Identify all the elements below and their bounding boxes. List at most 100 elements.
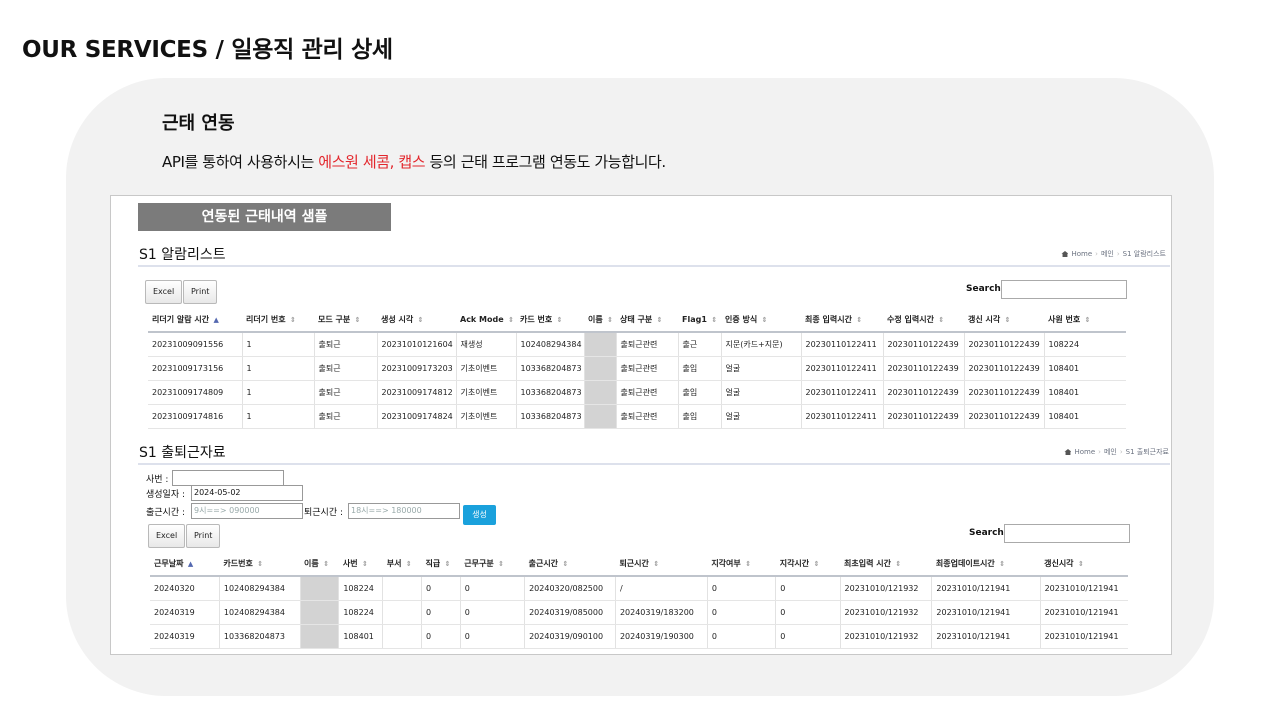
sort-icon: ⇕ (554, 316, 563, 324)
breadcrumb-main[interactable]: 메인 (1101, 250, 1114, 258)
breadcrumb-main[interactable]: 메인 (1104, 448, 1117, 456)
description-text-end: 등의 근태 프로그램 연동도 가능합니다. (425, 153, 667, 171)
in-time-label: 출근시간 : (146, 508, 186, 518)
redacted-name-cell (300, 600, 340, 625)
breadcrumb: Home › 메인 › S1 출퇴근자료 (1064, 447, 1169, 457)
column-header[interactable]: Ack Mode ⇕ (456, 308, 516, 333)
column-header[interactable]: 이름 ⇕ (300, 552, 339, 577)
column-header[interactable]: 갱신 시각 ⇕ (964, 308, 1044, 333)
table-cell: 20240320/082500 (524, 576, 616, 601)
alarm-list-panel: S1 알람리스트 Home › 메인 › S1 알람리스트 Excel Print Se… (138, 241, 1170, 436)
sort-icon: ⇕ (811, 560, 820, 568)
column-header-label: 근무구분 (464, 559, 494, 568)
commute-panel: S1 출퇴근자료 Home › 메인 › S1 출퇴근자료 사번 : 생성일자 : 20… (138, 439, 1170, 649)
column-header-label: 출근시간 (528, 559, 559, 568)
sort-icon: ⇕ (287, 316, 296, 324)
table-cell: 20231009174816 (148, 404, 243, 429)
column-header[interactable]: 사원 번호 ⇕ (1044, 308, 1126, 333)
column-header[interactable]: 리더기 번호 ⇕ (242, 308, 314, 333)
commute-table-body: 20240320 102408294384 108224 0 0 20240320/082… (150, 576, 1128, 649)
table-cell: 20231009174824 (377, 404, 457, 429)
search-input[interactable] (1001, 280, 1127, 299)
table-cell: 108401 (1044, 356, 1126, 381)
column-header[interactable]: 부서 ⇕ (382, 552, 422, 577)
column-header[interactable]: 근무구분 ⇕ (460, 552, 525, 577)
table-cell: 103368204873 (516, 356, 585, 381)
column-header[interactable]: 수정 입력시간 ⇕ (883, 308, 964, 333)
table-cell: 20230110122439 (883, 404, 965, 429)
print-button[interactable]: Print (186, 524, 221, 548)
in-time-input[interactable]: 9시==> 090000 (191, 503, 303, 519)
breadcrumb-home[interactable]: Home (1071, 250, 1092, 258)
table-cell: 20231010/121941 (1040, 624, 1128, 649)
created-date-input[interactable]: 2024-05-02 (191, 485, 303, 501)
column-header[interactable]: 근무날짜 ▲ (150, 552, 220, 577)
column-header[interactable]: 퇴근시간 ⇕ (615, 552, 708, 577)
table-cell: 20231010121604 (377, 332, 457, 357)
generate-button[interactable]: 생성 (463, 505, 496, 525)
table-row[interactable]: 20231009174816 1 출퇴근 20231009174824 기초이벤트 103… (148, 404, 1126, 429)
sort-asc-icon: ▲ (185, 560, 194, 568)
commute-table-header-row: 근무날짜 ▲ 카드번호 ⇕ 이름 ⇕ 사번 ⇕ 부서 ⇕ 직급 ⇕ 근무구분 ⇕ 출근시간 ⇕… (150, 552, 1128, 577)
column-header[interactable]: 최초입력 시간 ⇕ (840, 552, 932, 577)
column-header[interactable]: 갱신시각 ⇕ (1040, 552, 1128, 577)
column-header[interactable]: 지각시간 ⇕ (775, 552, 841, 577)
column-header[interactable]: Flag1 ⇕ (678, 308, 721, 333)
employee-no-label: 사번 : (146, 475, 169, 485)
out-time-input[interactable]: 18시==> 180000 (348, 503, 460, 519)
table-row[interactable]: 20231009174809 1 출퇴근 20231009174812 기초이벤트 103… (148, 380, 1126, 405)
column-header[interactable]: 직급 ⇕ (421, 552, 461, 577)
table-row[interactable]: 20240319 102408294384 108224 0 0 20240319/085… (150, 600, 1128, 625)
column-header-label: 리더기 알람 시간 (152, 315, 210, 324)
column-header[interactable]: 사번 ⇕ (338, 552, 383, 577)
column-header[interactable]: 생성 시각 ⇕ (377, 308, 456, 333)
table-row[interactable]: 20231009173156 1 출퇴근 20231009173203 기초이벤트 103… (148, 356, 1126, 381)
column-header[interactable]: 상태 구분 ⇕ (616, 308, 678, 333)
column-header[interactable]: 최종업데이트시간 ⇕ (931, 552, 1041, 577)
column-header[interactable]: 모드 구분 ⇕ (314, 308, 377, 333)
search-input[interactable] (1004, 524, 1130, 543)
table-cell: 1 (242, 380, 315, 405)
sort-icon: ⇕ (320, 560, 330, 568)
sort-icon: ⇕ (604, 316, 614, 324)
column-header[interactable]: 출근시간 ⇕ (524, 552, 616, 577)
sort-icon: ⇕ (654, 316, 663, 324)
table-cell: 20230110122439 (883, 332, 965, 357)
print-button[interactable]: Print (183, 280, 218, 304)
table-row[interactable]: 20240320 102408294384 108224 0 0 20240320/082… (150, 576, 1128, 601)
column-header-label: 부서 (386, 559, 402, 568)
table-cell: 20230110122411 (801, 380, 884, 405)
column-header[interactable]: 카드번호 ⇕ (219, 552, 301, 577)
column-header[interactable]: 최종 입력시간 ⇕ (801, 308, 883, 333)
excel-button[interactable]: Excel (145, 280, 183, 304)
table-cell: 출퇴근 (314, 356, 378, 381)
column-header-label: 사번 (342, 559, 358, 568)
column-header[interactable]: 카드 번호 ⇕ (516, 308, 584, 333)
description-text: API를 통하여 사용하시는 (162, 153, 319, 171)
table-cell: 20230110122439 (964, 380, 1045, 405)
breadcrumb-current: S1 알람리스트 (1122, 250, 1166, 258)
column-header[interactable]: 리더기 알람 시간 ▲ (148, 308, 242, 333)
employee-no-input[interactable] (172, 470, 284, 486)
sort-icon: ⇕ (415, 316, 424, 324)
table-cell: 0 (775, 600, 841, 625)
column-header[interactable]: 인증 방식 ⇕ (721, 308, 801, 333)
alarm-table: 리더기 알람 시간 ▲ 리더기 번호 ⇕ 모드 구분 ⇕ 생성 시각 ⇕ Ack Mod… (148, 308, 1126, 429)
table-row[interactable]: 20231009091556 1 출퇴근 20231010121604 재생성 10240… (148, 332, 1126, 357)
sort-icon: ⇕ (560, 560, 569, 568)
column-header[interactable]: 지각여부 ⇕ (707, 552, 776, 577)
excel-button[interactable]: Excel (148, 524, 186, 548)
home-icon (1064, 449, 1072, 455)
table-cell: 20240319/085000 (524, 600, 616, 625)
table-cell: 20231009174809 (148, 380, 243, 405)
table-cell: 0 (460, 600, 526, 625)
sort-icon: ⇕ (853, 316, 863, 324)
column-header-label: 직급 (425, 559, 441, 568)
table-cell: 20230110122439 (964, 404, 1045, 429)
table-cell: 20231010/121932 (840, 624, 933, 649)
table-cell: 0 (460, 624, 526, 649)
column-header[interactable]: 이름 ⇕ (584, 308, 616, 333)
breadcrumb-home[interactable]: Home (1074, 448, 1095, 456)
table-row[interactable]: 20240319 103368204873 108401 0 0 20240319/090… (150, 624, 1128, 649)
table-cell: 20240319 (150, 600, 220, 625)
